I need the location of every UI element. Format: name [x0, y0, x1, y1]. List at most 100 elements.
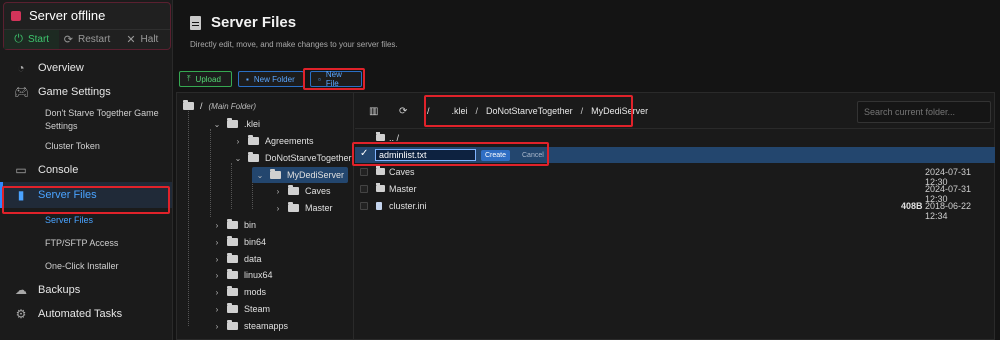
tree-item-caves[interactable]: › Caves	[274, 183, 331, 199]
sidebar-item-automated-tasks[interactable]: ⚙ Automated Tasks	[0, 302, 172, 326]
tree-item-root[interactable]: / (Main Folder)	[183, 98, 256, 114]
file-row[interactable]: cluster.ini 408B 2018-06-22 12:34	[355, 198, 995, 221]
folder-plus-icon: ▪	[246, 74, 249, 84]
tree-item-steamapps[interactable]: › steamapps	[213, 318, 288, 334]
one-click-label: One-Click Installer	[45, 261, 119, 271]
new-folder-button[interactable]: ▪ New Folder	[238, 71, 304, 87]
sidebar-item-dst-game-settings[interactable]: Don't Starve Together Game Settings	[0, 104, 160, 134]
row-checkbox[interactable]	[360, 202, 368, 210]
halt-label: Halt	[140, 34, 159, 45]
root-slash: /	[200, 101, 203, 111]
page-title-row: Server Files	[190, 14, 296, 31]
file-manager-panel: / (Main Folder) ⌄ .klei › Agreements ⌄ D…	[176, 92, 995, 340]
file-row[interactable]: Caves 2024-07-31 12:30	[355, 164, 995, 187]
refresh-icon[interactable]: ⟳	[399, 106, 407, 117]
game-settings-label: Game Settings	[38, 86, 111, 98]
tree-item-master[interactable]: › Master	[274, 200, 333, 216]
steamapps-label: steamapps	[244, 321, 289, 331]
new-file-button[interactable]: ▫ New File	[310, 70, 362, 88]
gauge-icon: ◔	[17, 61, 25, 75]
file-row-parent[interactable]: .. /	[355, 130, 995, 146]
start-button[interactable]: ⏻ Start	[4, 30, 60, 49]
folder-icon	[227, 269, 238, 279]
server-status-text: Server offline	[29, 8, 106, 23]
tree-item-bin64[interactable]: › bin64	[213, 234, 266, 250]
new-file-name-input[interactable]	[375, 149, 476, 161]
close-icon: ✕	[126, 34, 136, 46]
tree-item-linux64[interactable]: › linux64	[213, 267, 273, 283]
server-status-card: Server offline ⏻ Start ⟳ Restart ✕ Halt	[3, 2, 171, 50]
breadcrumb-mydediserver[interactable]: MyDediServer	[591, 106, 648, 116]
sidebar-item-server-files[interactable]: ▮ Server Files	[0, 182, 172, 208]
tree-item-dst[interactable]: ⌄ DoNotStarveTogether	[234, 150, 352, 166]
file-row-new[interactable]: ✓ Create Cancel	[355, 147, 995, 163]
file-name: Caves	[389, 167, 415, 177]
tree-item-klei[interactable]: ⌄ .klei	[213, 116, 260, 132]
sidebar-item-overview[interactable]: ◔ Overview	[0, 56, 172, 80]
sub-server-files-label: Server Files	[45, 215, 94, 225]
file-size: 408B	[901, 201, 923, 211]
row-checkbox[interactable]	[360, 185, 368, 193]
folder-icon	[270, 169, 281, 179]
toggle-tree-icon[interactable]: ▥	[369, 106, 378, 117]
breadcrumb-klei[interactable]: .klei	[452, 106, 468, 116]
sidebar-item-cluster-token[interactable]: Cluster Token	[0, 134, 172, 158]
upload-label: Upload	[195, 74, 221, 84]
upload-button[interactable]: ⤒ Upload	[179, 71, 232, 87]
new-file-label: New File	[325, 70, 342, 88]
tree-item-bin[interactable]: › bin	[213, 217, 256, 233]
file-name: Master	[389, 184, 417, 194]
tree-guide	[210, 129, 211, 217]
power-icon: ⏻	[14, 33, 23, 45]
cloud-icon: ☁	[15, 283, 27, 297]
folder-icon	[227, 320, 238, 330]
sidebar-nav: ◔ Overview 🎮︎ Game Settings Don't Starve…	[0, 56, 172, 326]
folder-tree: / (Main Folder) ⌄ .klei › Agreements ⌄ D…	[177, 93, 354, 339]
create-button[interactable]: Create	[481, 150, 511, 161]
cancel-button[interactable]: Cancel	[518, 150, 548, 161]
mods-label: mods	[244, 287, 267, 297]
sidebar-item-backups[interactable]: ☁ Backups	[0, 278, 172, 302]
file-icon	[376, 202, 382, 210]
chevron-right-icon: ›	[215, 270, 219, 280]
folder-icon	[227, 236, 238, 246]
tree-item-steam[interactable]: › Steam	[213, 301, 270, 317]
app-window: Server offline ⏻ Start ⟳ Restart ✕ Halt	[0, 0, 1000, 340]
mydedi-label: MyDediServer	[287, 170, 345, 180]
linux64-label: linux64	[244, 270, 273, 280]
chevron-right-icon: ›	[215, 254, 219, 264]
sidebar-item-console[interactable]: ▭ Console	[0, 158, 172, 182]
dst-settings-label: Don't Starve Together Game Settings	[45, 108, 159, 131]
breadcrumb-dst[interactable]: DoNotStarveTogether	[486, 106, 573, 116]
breadcrumb-spacer	[438, 106, 444, 116]
tree-item-agreements[interactable]: › Agreements	[234, 133, 314, 149]
tree-item-mydediserver[interactable]: ⌄ MyDediServer	[252, 167, 349, 183]
search-input[interactable]	[857, 101, 991, 123]
sidebar-subitem-server-files[interactable]: Server Files	[0, 208, 172, 232]
breadcrumb-root[interactable]: /	[427, 106, 430, 116]
check-icon: ✓	[360, 148, 369, 159]
chevron-right-icon: ›	[215, 304, 219, 314]
file-plus-icon: ▫	[318, 74, 321, 84]
tree-guide	[252, 181, 253, 209]
sidebar-item-ftp[interactable]: FTP/SFTP Access	[0, 232, 172, 255]
cog-icon: ⚙	[15, 307, 27, 321]
sidebar: Server offline ⏻ Start ⟳ Restart ✕ Halt	[0, 0, 173, 340]
chevron-right-icon: ›	[276, 203, 280, 213]
file-row[interactable]: Master 2024-07-31 12:30	[355, 181, 995, 204]
sidebar-item-game-settings[interactable]: 🎮︎ Game Settings	[0, 80, 172, 104]
chevron-right-icon: ›	[276, 186, 280, 196]
document-icon	[190, 15, 201, 30]
restart-button[interactable]: ⟳ Restart	[59, 30, 114, 49]
sidebar-item-one-click[interactable]: One-Click Installer	[0, 255, 172, 278]
chevron-right-icon: ›	[215, 321, 219, 331]
tree-item-mods[interactable]: › mods	[213, 284, 266, 300]
tree-item-data[interactable]: › data	[213, 251, 262, 267]
page-title: Server Files	[211, 14, 297, 31]
file-icon: ▮	[17, 188, 25, 202]
master-label: Master	[305, 203, 333, 213]
halt-button[interactable]: ✕ Halt	[115, 30, 170, 49]
parent-dir-label: .. /	[389, 133, 400, 143]
row-checkbox[interactable]	[360, 168, 368, 176]
start-label: Start	[27, 34, 50, 45]
